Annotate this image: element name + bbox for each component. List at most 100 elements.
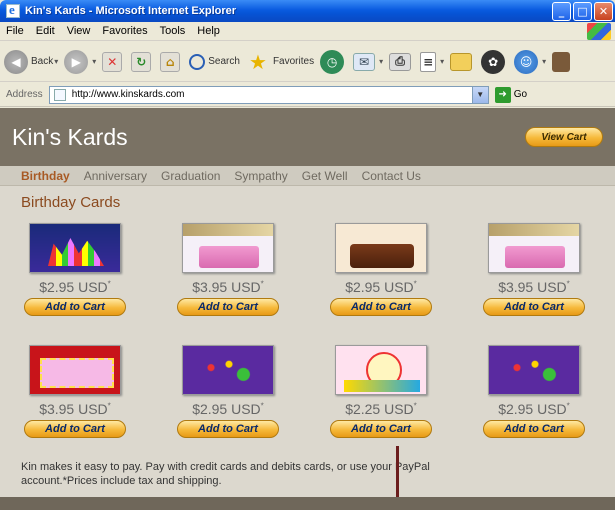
page-icon [53,88,66,101]
add-to-cart-button[interactable]: Add to Cart [24,420,126,438]
card-thumbnail[interactable] [488,345,580,395]
card-price: $2.95 USD* [498,401,570,417]
nav-sympathy[interactable]: Sympathy [234,169,287,183]
card-item: $3.95 USD* Add to Cart [464,223,604,316]
folder-button[interactable] [450,52,475,71]
view-cart-button[interactable]: View Cart [525,127,603,147]
add-to-cart-button[interactable]: Add to Cart [24,298,126,316]
print-button[interactable]: ⎙ [389,52,414,71]
forward-dropdown-icon[interactable]: ▾ [92,57,96,66]
nav-get-well[interactable]: Get Well [302,169,348,183]
address-bar: Address http://www.kinskards.com ▼ ➜ Go [0,83,615,107]
add-to-cart-button[interactable]: Add to Cart [177,298,279,316]
folder-icon [450,52,473,71]
menu-help[interactable]: Help [191,25,226,37]
card-thumbnail[interactable] [29,223,121,273]
card-price: $3.95 USD* [39,401,111,417]
nav-contact-us[interactable]: Contact Us [362,169,421,183]
menu-tools[interactable]: Tools [154,25,192,37]
menu-bar: File Edit View Favorites Tools Help [0,22,615,41]
document-icon: ≡ [420,51,437,72]
people-dropdown-icon[interactable]: ▾ [542,57,546,66]
menu-favorites[interactable]: Favorites [96,25,153,37]
title-bar: Kin's Kards - Microsoft Internet Explore… [0,0,615,22]
history-button[interactable]: ◷ [320,49,347,74]
card-item: $2.95 USD* Add to Cart [311,223,451,316]
favorites-button[interactable]: ★ Favorites [246,50,314,74]
history-icon: ◷ [320,49,345,74]
go-arrow-icon: ➜ [494,86,511,103]
messenger-icon: ✿ [481,49,506,74]
card-price: $2.95 USD* [39,279,111,295]
home-icon: ⌂ [160,51,181,72]
address-url[interactable]: http://www.kinskards.com [72,89,185,100]
edit-dropdown-icon[interactable]: ▾ [440,57,444,66]
forward-arrow-icon: ▶ [64,49,89,74]
site-title: Kin's Kards [12,123,128,150]
menu-view[interactable]: View [61,25,97,37]
forward-button[interactable]: ▶ ▾ [64,49,96,74]
add-to-cart-button[interactable]: Add to Cart [330,298,432,316]
card-price: $3.95 USD* [498,279,570,295]
card-thumbnail[interactable] [182,223,274,273]
stop-icon: ✕ [102,51,123,72]
people-button[interactable]: ☺ ▾ [514,49,546,74]
mail-button[interactable]: ✉ ▾ [353,52,383,71]
address-input[interactable]: http://www.kinskards.com ▼ [48,85,489,104]
maximize-button[interactable]: □ [573,1,592,21]
mail-icon: ✉ [353,52,376,71]
add-to-cart-button[interactable]: Add to Cart [177,420,279,438]
printer-icon: ⎙ [389,52,412,71]
address-label: Address [6,89,43,100]
edit-button[interactable]: ≡ ▾ [420,51,444,72]
star-icon: ★ [248,49,267,74]
back-arrow-icon: ◀ [4,49,28,74]
card-thumbnail[interactable] [29,345,121,395]
card-thumbnail[interactable] [182,345,274,395]
close-button[interactable]: ✕ [594,1,613,21]
toolbar: ◀ Back ▾ ▶ ▾ ✕ ↻ ⌂ Search ★ Favorites ◷ … [0,42,615,82]
back-label: Back [31,56,54,67]
search-label: Search [208,56,240,67]
address-dropdown-icon[interactable]: ▼ [471,86,488,103]
menu-file[interactable]: File [0,25,30,37]
nav-birthday[interactable]: Birthday [21,169,70,183]
add-to-cart-button[interactable]: Add to Cart [483,298,585,316]
card-item: $3.95 USD* Add to Cart [5,345,145,438]
menu-edit[interactable]: Edit [30,25,61,37]
section-title: Birthday Cards [21,194,121,211]
home-button[interactable]: ⌂ [160,51,183,72]
stop-button[interactable]: ✕ [102,51,125,72]
card-price: $3.95 USD* [192,279,264,295]
card-price: $2.95 USD* [345,279,417,295]
minimize-button[interactable]: _ [552,1,571,21]
nav-graduation[interactable]: Graduation [161,169,220,183]
back-button[interactable]: ◀ Back ▾ [4,49,58,74]
add-to-cart-button[interactable]: Add to Cart [330,420,432,438]
page-viewport: Kin's Kards View Cart Birthday Anniversa… [0,108,615,510]
card-item: $3.95 USD* Add to Cart [158,223,298,316]
card-thumbnail[interactable] [488,223,580,273]
go-label: Go [513,89,528,100]
payment-note: Kin makes it easy to pay. Pay with credi… [21,461,430,487]
research-button[interactable] [552,51,573,72]
refresh-button[interactable]: ↻ [131,51,154,72]
card-price: $2.95 USD* [192,401,264,417]
refresh-icon: ↻ [131,51,152,72]
window-title: Kin's Kards - Microsoft Internet Explore… [25,5,237,17]
card-price: $2.25 USD* [345,401,417,417]
card-item: $2.95 USD* Add to Cart [158,345,298,438]
mail-dropdown-icon[interactable]: ▾ [379,57,383,66]
search-button[interactable]: Search [189,53,240,70]
card-item: $2.25 USD* Add to Cart [311,345,451,438]
people-icon: ☺ [514,49,539,74]
card-thumbnail[interactable] [335,223,427,273]
go-button[interactable]: ➜ Go [494,86,528,103]
back-dropdown-icon[interactable]: ▾ [54,57,58,66]
messenger-button[interactable]: ✿ [481,49,508,74]
add-to-cart-button[interactable]: Add to Cart [483,420,585,438]
research-icon [552,51,571,72]
card-thumbnail[interactable] [335,345,427,395]
search-icon [189,53,206,70]
nav-anniversary[interactable]: Anniversary [84,169,147,183]
